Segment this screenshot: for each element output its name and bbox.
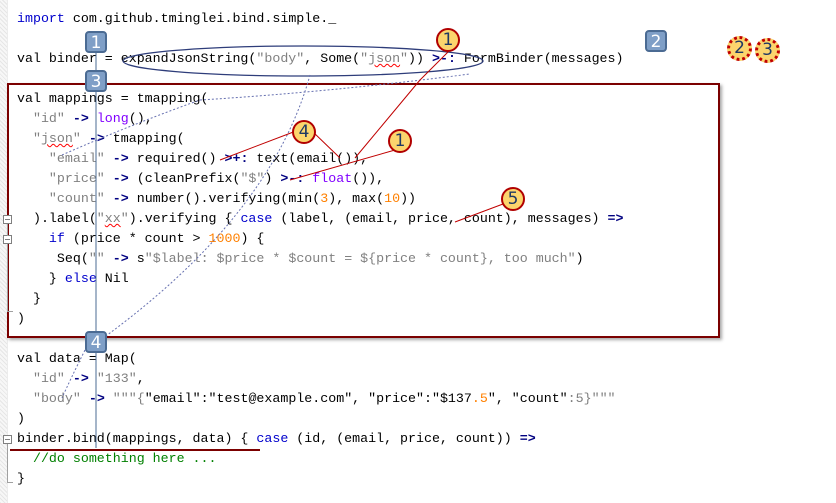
annotation-line [419, 51, 449, 81]
dotted-connector [61, 349, 86, 399]
step-badge-4: 4 [85, 331, 107, 353]
dotted-badge-2: 2 [727, 36, 752, 61]
annotation-line [311, 130, 341, 159]
annotation-line [454, 203, 504, 223]
step-badge-2: 2 [645, 30, 667, 52]
callout-badge-1: 1 [436, 28, 460, 52]
annotation-line [219, 130, 297, 161]
dotted-connector [199, 73, 471, 101]
callout-badge-4: 4 [292, 120, 316, 144]
step-badge-1: 1 [85, 31, 107, 53]
dotted-connector [91, 74, 311, 347]
step-badge-3: 3 [85, 70, 107, 92]
annotation-overlay [10, 42, 504, 451]
callout-badge-1: 1 [388, 129, 412, 153]
dotted-badge-3: 3 [755, 38, 780, 63]
dotted-connector [61, 99, 201, 156]
callout-badge-5: 5 [501, 187, 525, 211]
annotation-line [289, 149, 396, 181]
